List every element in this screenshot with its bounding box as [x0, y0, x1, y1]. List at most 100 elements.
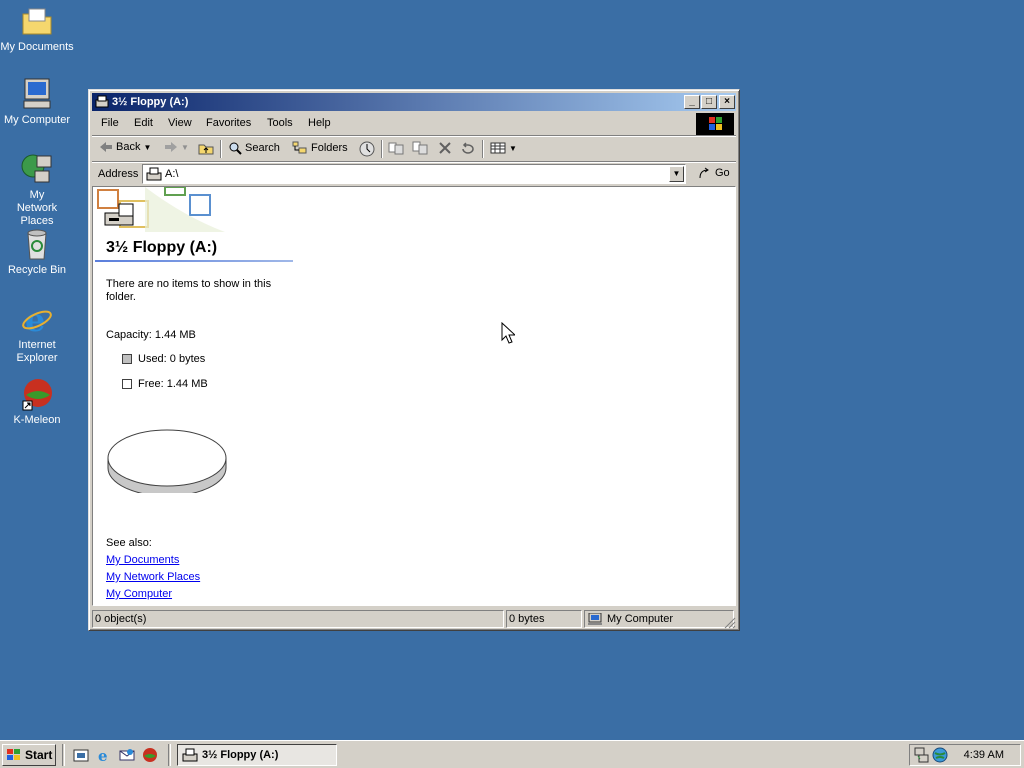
used-text: Used: 0 bytes: [138, 353, 206, 365]
address-input[interactable]: A:\ ▼: [142, 164, 686, 184]
window-title: 3½ Floppy (A:): [112, 96, 189, 108]
globe-tray-icon[interactable]: [932, 747, 948, 763]
desktop-icon-recycle-bin[interactable]: Recycle Bin: [0, 227, 74, 277]
forward-arrow-icon: [165, 142, 177, 152]
empty-folder-message: There are no items to show in this folde…: [106, 278, 272, 303]
k-meleon-icon[interactable]: [142, 747, 158, 763]
delete-button[interactable]: [438, 141, 452, 155]
computer-icon: [588, 613, 602, 625]
folder-content: 3½ Floppy (A:) There are no items to sho…: [92, 186, 736, 606]
folders-label: Folders: [311, 142, 348, 154]
network-icon: [20, 152, 54, 186]
outlook-express-icon[interactable]: [119, 747, 135, 763]
maximize-button[interactable]: □: [701, 95, 717, 109]
desktop-icon-my-network-places[interactable]: My Network Places: [0, 152, 74, 228]
menu-favorites[interactable]: Favorites: [206, 117, 251, 129]
views-button[interactable]: ▼: [490, 141, 517, 155]
views-icon: [490, 142, 506, 154]
explorer-window: 3½ Floppy (A:) _ □ × File Edit View Favo…: [88, 89, 740, 631]
k-meleon-icon: [20, 377, 54, 411]
start-button[interactable]: Start: [2, 744, 56, 766]
minimize-button[interactable]: _: [684, 95, 700, 109]
status-zone-label: My Computer: [607, 612, 674, 625]
undo-icon: [462, 142, 474, 154]
delete-icon: [439, 142, 451, 154]
desktop-icon-my-computer[interactable]: My Computer: [0, 77, 74, 127]
menu-help[interactable]: Help: [308, 117, 331, 129]
history-button[interactable]: [359, 141, 375, 157]
desktop-icon-k-meleon[interactable]: K-Meleon: [0, 377, 74, 427]
internet-explorer-icon[interactable]: e: [96, 747, 112, 763]
close-button[interactable]: ×: [719, 95, 735, 109]
taskbar-separator: [62, 744, 65, 766]
desktop-icon-label: My Documents: [0, 41, 74, 53]
free-text: Free: 1.44 MB: [138, 378, 208, 390]
undo-button[interactable]: [460, 141, 476, 155]
history-icon: [359, 141, 375, 157]
address-dropdown-button[interactable]: ▼: [669, 166, 684, 182]
resize-grip[interactable]: [724, 617, 736, 629]
address-label: Address: [98, 168, 139, 180]
address-value: A:\: [165, 168, 179, 180]
link-my-network-places[interactable]: My Network Places: [106, 571, 200, 583]
standard-toolbar: Back ▼ ▼ Search Folders ▼: [92, 136, 736, 162]
desktop-icon-my-documents[interactable]: My Documents: [0, 4, 74, 54]
status-size: 0 bytes: [506, 610, 582, 628]
toolbar-separator: [220, 140, 222, 158]
toolbar-separator: [381, 140, 383, 158]
used-legend: Used: 0 bytes: [122, 353, 205, 365]
capacity-text: Capacity: 1.44 MB: [106, 329, 196, 341]
link-my-computer[interactable]: My Computer: [106, 588, 172, 600]
free-swatch: [122, 379, 132, 389]
used-swatch: [122, 354, 132, 364]
menu-view[interactable]: View: [168, 117, 192, 129]
recycle-bin-icon: [20, 227, 54, 261]
go-button[interactable]: Go: [698, 167, 730, 179]
desktop-icon-internet-explorer[interactable]: e Internet Explorer: [0, 301, 74, 365]
desktop-icon-label: K-Meleon: [13, 414, 61, 426]
back-label: Back: [116, 141, 141, 153]
taskbar-button-floppy[interactable]: 3½ Floppy (A:): [177, 744, 337, 766]
title-divider: [95, 260, 293, 262]
start-label: Start: [25, 748, 53, 762]
search-icon: [229, 142, 242, 155]
status-bar: 0 object(s) 0 bytes My Computer: [92, 609, 736, 629]
taskbar: Start e 3½ Floppy (A:) 4:39 AM: [0, 740, 1024, 768]
status-object-count: 0 object(s): [92, 610, 504, 628]
go-arrow-icon: [699, 167, 709, 179]
move-to-button[interactable]: [388, 141, 404, 155]
menu-tools[interactable]: Tools: [267, 117, 293, 129]
back-arrow-icon: [100, 142, 112, 152]
copy-to-button[interactable]: [412, 141, 428, 155]
floppy-drive-icon: [182, 748, 198, 762]
folder-icon: [20, 4, 54, 38]
address-bar: Address A:\ ▼ Go: [92, 162, 736, 186]
desktop-icon-label: Recycle Bin: [7, 264, 67, 276]
up-button[interactable]: [198, 141, 214, 155]
menu-edit[interactable]: Edit: [134, 117, 153, 129]
floppy-drive-icon: [95, 95, 109, 109]
back-button[interactable]: Back ▼: [99, 141, 151, 153]
floppy-drive-icon: [146, 167, 162, 181]
desktop-icon-label: Internet Explorer: [16, 339, 58, 364]
title-bar[interactable]: 3½ Floppy (A:) _ □ ×: [92, 93, 736, 111]
desktop-icon-label: My Computer: [3, 114, 71, 126]
folder-title: 3½ Floppy (A:): [106, 239, 218, 256]
menu-file[interactable]: File: [101, 117, 119, 129]
free-legend: Free: 1.44 MB: [122, 378, 208, 390]
folders-button[interactable]: Folders: [292, 141, 348, 155]
go-label: Go: [715, 167, 730, 179]
folder-up-icon: [198, 144, 214, 155]
network-tray-icon[interactable]: [914, 747, 930, 763]
forward-button[interactable]: ▼: [164, 141, 189, 153]
folders-icon: [292, 141, 307, 154]
desktop-icon-label: My Network Places: [16, 189, 58, 227]
menu-bar: File Edit View Favorites Tools Help: [92, 113, 736, 136]
link-my-documents[interactable]: My Documents: [106, 554, 179, 566]
floppy-drive-large-icon: [104, 203, 134, 226]
disk-usage-pie: [106, 429, 230, 497]
see-also-label: See also:: [106, 537, 152, 549]
taskbar-separator: [168, 744, 171, 766]
show-desktop-icon[interactable]: [73, 747, 89, 763]
search-button[interactable]: Search: [228, 141, 280, 155]
